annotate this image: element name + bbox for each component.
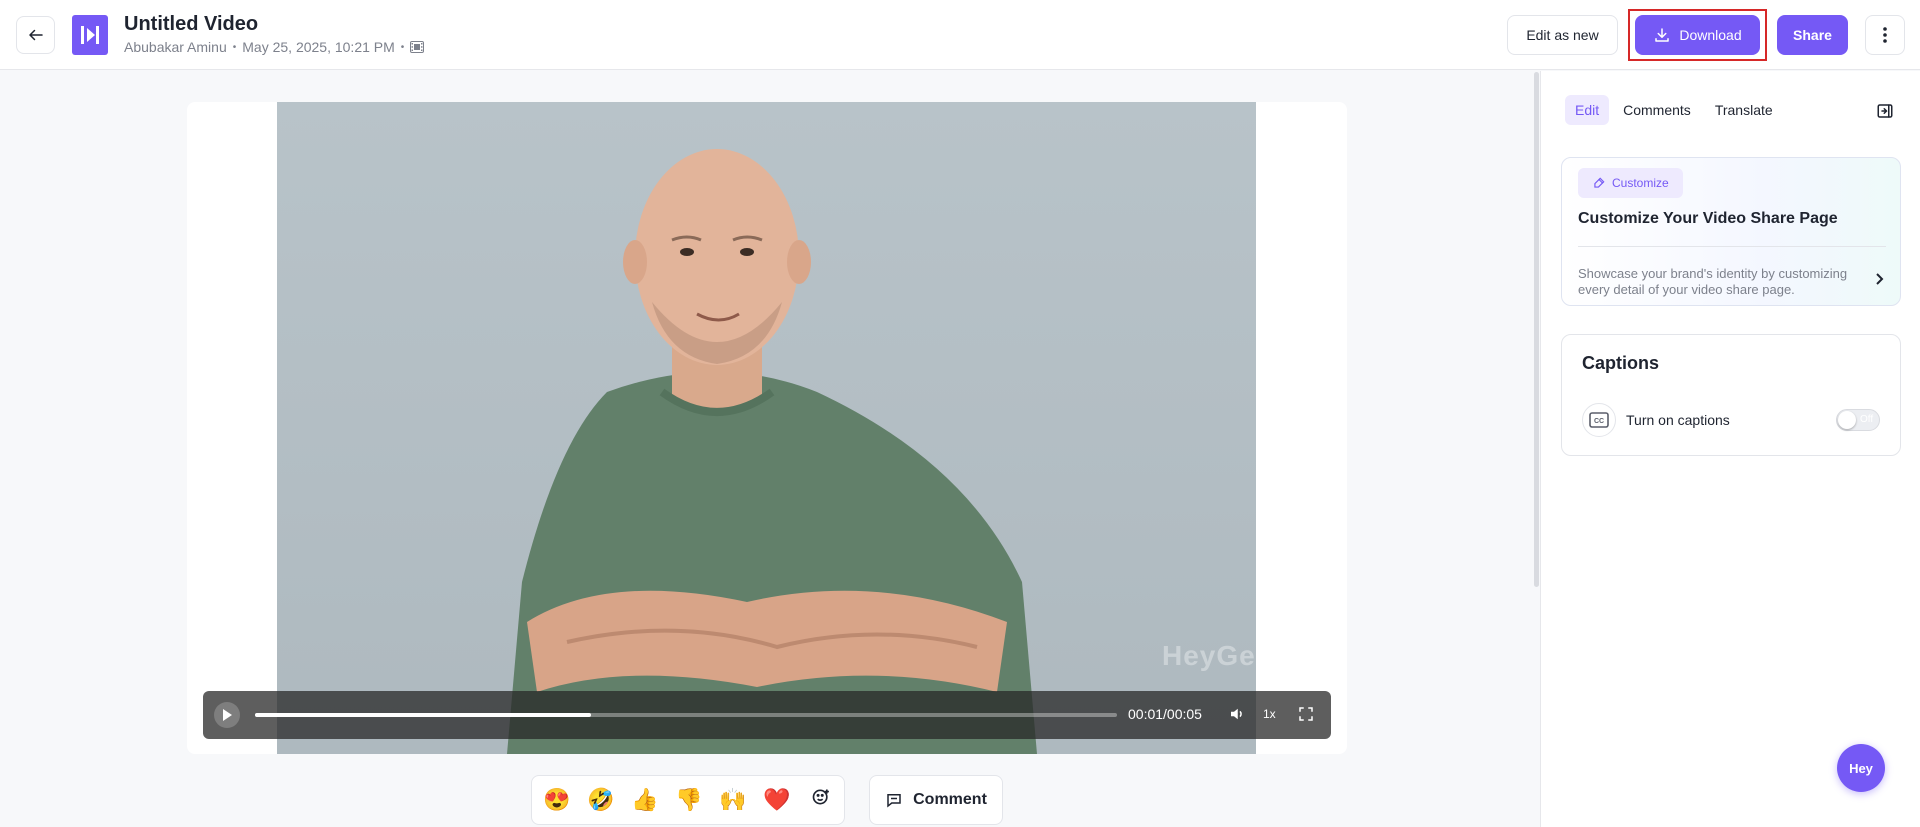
video-controls: 00:01/00:05 1x <box>203 691 1331 739</box>
tab-comments[interactable]: Comments <box>1613 95 1701 125</box>
closed-captions-icon: CC <box>1582 403 1616 437</box>
more-vertical-icon <box>1883 27 1887 43</box>
customize-description: Showcase your brand's identity by custom… <box>1578 266 1848 297</box>
share-button[interactable]: Share <box>1777 15 1848 55</box>
arrow-left-icon <box>28 29 43 41</box>
progress-fill <box>255 713 592 717</box>
meta-separator: • <box>232 41 237 53</box>
download-highlight: Download <box>1628 9 1767 61</box>
toggle-state-text: Off <box>1860 414 1874 425</box>
video-title: Untitled Video <box>124 13 259 35</box>
reaction-thumbs-down[interactable]: 👎 <box>674 787 704 813</box>
download-button[interactable]: Download <box>1635 15 1760 55</box>
captions-title: Captions <box>1582 353 1660 373</box>
author-name: Abubakar Aminu <box>124 39 227 55</box>
chevron-right-icon <box>1876 273 1884 285</box>
comment-icon <box>887 794 901 808</box>
volume-button[interactable] <box>1228 705 1246 728</box>
captions-toggle[interactable]: Off <box>1836 409 1880 431</box>
top-header: Untitled Video Abubakar Aminu • May 25, … <box>0 0 1920 70</box>
fullscreen-icon <box>1299 707 1313 721</box>
reaction-raised-hands[interactable]: 🙌 <box>718 787 748 813</box>
created-date: May 25, 2025, 10:21 PM <box>242 39 395 55</box>
back-button[interactable] <box>16 16 55 54</box>
add-reaction-button[interactable] <box>806 787 836 813</box>
brush-icon <box>1594 177 1605 188</box>
playback-speed-button[interactable]: 1x <box>1263 707 1276 721</box>
play-icon <box>223 709 232 721</box>
comment-label: Comment <box>913 791 987 808</box>
video-frame[interactable]: HeyGen <box>277 102 1256 754</box>
svg-text:CC: CC <box>1594 418 1604 425</box>
tab-translate[interactable]: Translate <box>1705 95 1783 125</box>
reaction-bar: 😍 🤣 👍 👎 🙌 ❤️ <box>531 775 845 825</box>
download-icon <box>1655 28 1670 42</box>
volume-icon <box>1231 708 1242 720</box>
film-icon <box>410 41 425 53</box>
customize-chip: Customize <box>1578 168 1683 198</box>
scrollbar[interactable] <box>1534 72 1539 587</box>
presenter-image <box>507 149 1037 754</box>
captions-card: Captions CC Turn on captions Off <box>1561 334 1901 456</box>
download-label: Download <box>1679 27 1742 43</box>
reaction-thumbs-up[interactable]: 👍 <box>630 787 660 813</box>
comment-button[interactable]: Comment <box>869 775 1003 825</box>
customize-chip-label: Customize <box>1612 176 1669 190</box>
reaction-heart[interactable]: ❤️ <box>762 787 792 813</box>
divider <box>1578 246 1886 247</box>
side-panel: Edit Comments Translate Customize Custom… <box>1540 71 1920 827</box>
time-display: 00:01/00:05 <box>1128 706 1202 722</box>
video-watermark: HeyGen <box>1162 640 1256 671</box>
collapse-panel-button[interactable] <box>1873 99 1897 123</box>
heygen-logo-icon <box>72 15 108 55</box>
collapse-panel-icon <box>1877 104 1893 118</box>
reaction-heart-eyes[interactable]: 😍 <box>542 787 572 813</box>
panel-tabs: Edit Comments Translate <box>1565 95 1783 125</box>
customize-title: Customize Your Video Share Page <box>1578 210 1838 227</box>
captions-label: Turn on captions <box>1626 412 1730 428</box>
add-emoji-icon <box>812 789 829 805</box>
play-button[interactable] <box>214 702 240 728</box>
meta-separator: • <box>400 41 405 53</box>
customize-card[interactable]: Customize Customize Your Video Share Pag… <box>1561 157 1901 306</box>
video-player: HeyGen <box>187 102 1347 754</box>
video-meta: Abubakar Aminu • May 25, 2025, 10:21 PM … <box>124 39 425 55</box>
more-options-button[interactable] <box>1865 15 1905 55</box>
reaction-laughing[interactable]: 🤣 <box>586 787 616 813</box>
tab-edit[interactable]: Edit <box>1565 95 1610 125</box>
edit-as-new-button[interactable]: Edit as new <box>1507 15 1618 55</box>
toggle-knob <box>1838 411 1856 429</box>
help-chat-button[interactable]: Hey <box>1837 744 1885 792</box>
progress-bar[interactable] <box>255 713 1117 717</box>
fullscreen-button[interactable] <box>1297 705 1315 728</box>
